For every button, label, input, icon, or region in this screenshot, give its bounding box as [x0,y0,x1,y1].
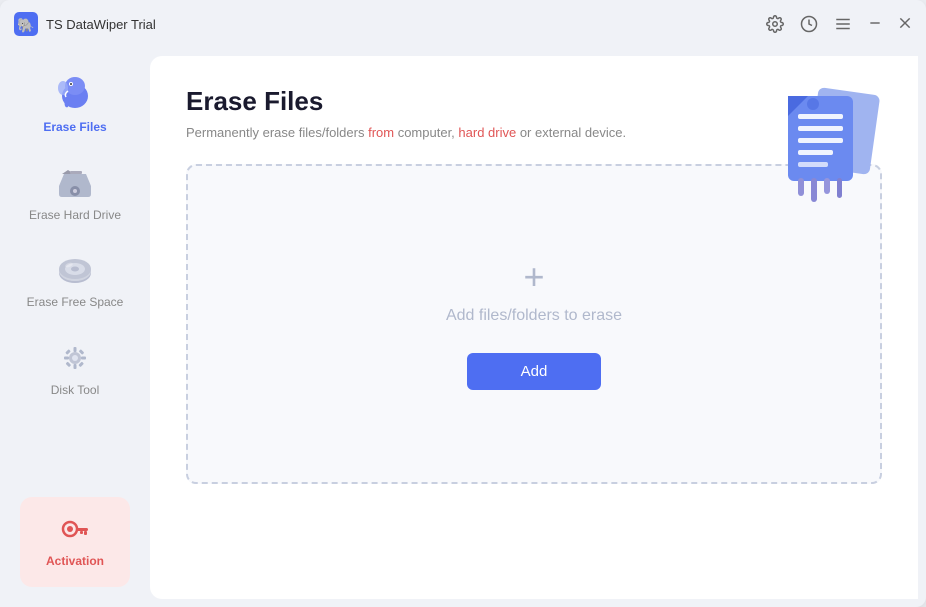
drop-zone-plus: + [523,259,544,295]
sidebar-item-erase-files[interactable]: Erase Files [10,58,140,148]
page-subtitle: Permanently erase files/folders from com… [186,125,626,140]
page-header: Erase Files Permanently erase files/fold… [186,86,882,140]
minimize-button[interactable] [868,16,882,33]
app-title: TS DataWiper Trial [46,17,156,32]
subtitle-part1: Permanently erase files/folders [186,125,368,140]
subtitle-part2: computer, [394,125,458,140]
close-button[interactable] [898,16,912,33]
title-bar-controls [766,15,912,33]
svg-text:🐘: 🐘 [17,17,34,33]
erase-files-icon [53,70,97,114]
sidebar-erase-hard-drive-label: Erase Hard Drive [29,208,121,224]
content-panel: Erase Files Permanently erase files/fold… [150,56,918,599]
activation-button[interactable]: Activation [20,497,130,587]
sidebar-item-erase-free-space[interactable]: Erase Free Space [10,239,140,323]
page-title: Erase Files [186,86,626,117]
erase-free-space-icon [56,251,94,289]
sidebar-disk-tool-label: Disk Tool [51,383,99,399]
drop-zone[interactable]: + Add files/folders to erase Add [186,164,882,484]
erase-hard-drive-icon [56,164,94,202]
hero-svg [758,76,888,206]
main-area: Erase Files Erase Hard Drive [0,48,926,607]
title-bar-left: 🐘 TS DataWiper Trial [14,12,766,36]
subtitle-from: from [368,125,394,140]
app-icon: 🐘 [14,12,38,36]
activation-label: Activation [46,554,104,568]
sidebar-erase-free-space-label: Erase Free Space [27,295,124,311]
add-button[interactable]: Add [467,353,602,390]
sidebar-item-erase-hard-drive[interactable]: Erase Hard Drive [10,152,140,236]
subtitle-part3: or external device. [516,125,626,140]
history-icon[interactable] [800,15,818,33]
sidebar-erase-files-label: Erase Files [43,120,106,136]
settings-icon[interactable] [766,15,784,33]
disk-tool-icon [56,339,94,377]
page-header-text: Erase Files Permanently erase files/fold… [186,86,626,140]
sidebar-item-disk-tool[interactable]: Disk Tool [10,327,140,411]
hero-illustration [758,76,888,206]
app-window: 🐘 TS DataWiper Trial [0,0,926,607]
sidebar: Erase Files Erase Hard Drive [0,48,150,607]
activation-key-icon [59,516,91,548]
menu-icon[interactable] [834,15,852,33]
title-bar: 🐘 TS DataWiper Trial [0,0,926,48]
subtitle-hard: hard drive [458,125,516,140]
drop-zone-label: Add files/folders to erase [446,307,622,325]
